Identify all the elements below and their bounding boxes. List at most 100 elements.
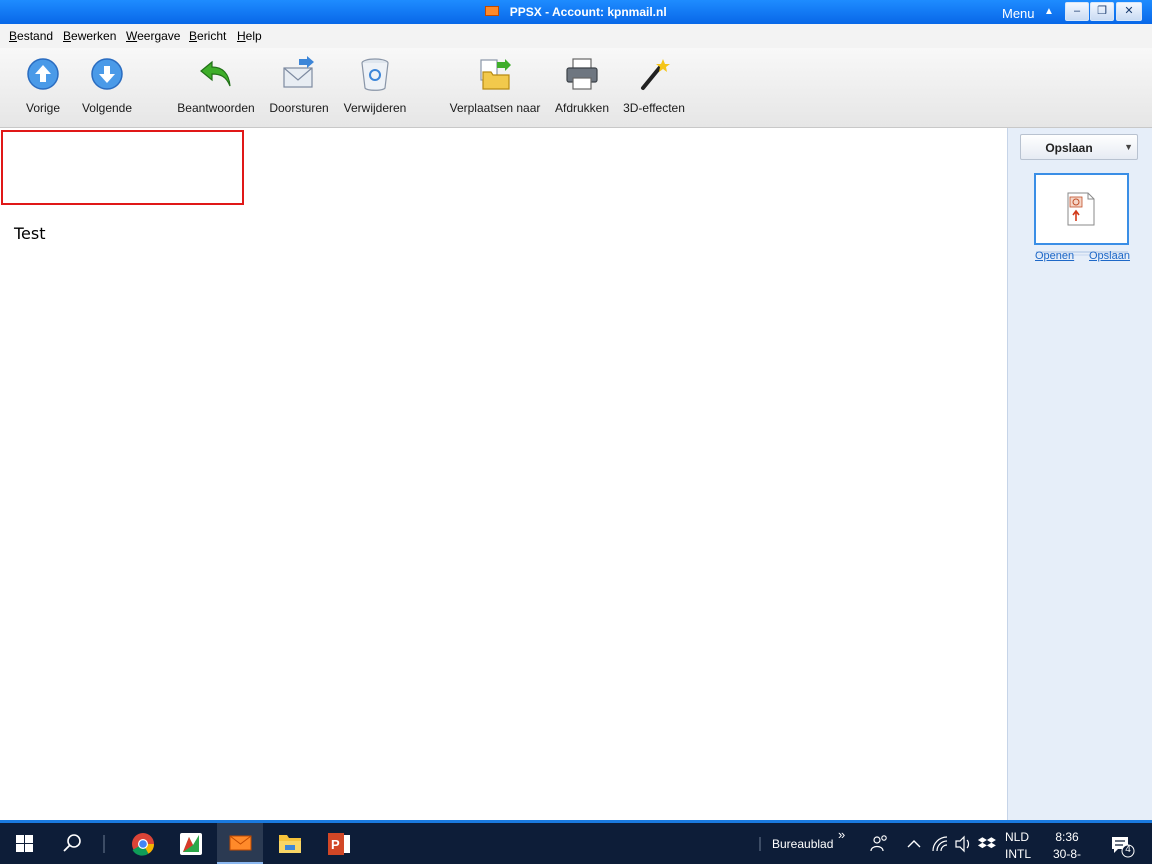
taskbar-app-chart[interactable]	[172, 823, 210, 864]
menu-accel: W	[126, 29, 138, 43]
menu-accel: B	[9, 29, 18, 43]
next-button[interactable]: Volgende	[80, 56, 134, 115]
delete-button[interactable]: Verwijderen	[342, 56, 408, 115]
delete-label: Verwijderen	[343, 101, 407, 115]
menu-bestand[interactable]: Bestand	[9, 29, 53, 43]
dropbox-icon	[977, 837, 996, 849]
chrome-icon	[132, 833, 155, 856]
print-button[interactable]: Afdrukken	[554, 56, 610, 115]
effects-button[interactable]: 3D-effecten	[622, 56, 686, 115]
trash-icon	[361, 58, 389, 91]
move-label: Verplaatsen naar	[449, 101, 541, 115]
search-button[interactable]	[60, 823, 84, 864]
menu-label: elp	[245, 29, 262, 43]
move-folder-icon	[480, 59, 511, 90]
arrow-down-icon	[91, 58, 123, 90]
title-bar: PPSX - Account: kpnmail.nl Menu ▲ – ❐ ✕	[0, 0, 1152, 24]
menu-weergave[interactable]: Weergave	[126, 29, 180, 43]
dropbox-button[interactable]	[977, 823, 997, 864]
clock[interactable]: 8:36 30-8-2018	[1040, 829, 1094, 864]
taskbar-mail-app[interactable]	[217, 823, 263, 864]
search-icon	[63, 834, 81, 852]
svg-text:P: P	[331, 837, 340, 852]
volume-button[interactable]	[953, 823, 973, 864]
menu-accel: B	[63, 29, 72, 43]
restore-button[interactable]: ❐	[1090, 2, 1114, 21]
message-text: Test	[14, 224, 46, 243]
thumbnail-divider	[1008, 244, 1152, 256]
arrow-up-icon	[27, 58, 59, 90]
close-icon: ✕	[1124, 5, 1134, 17]
menu-bericht[interactable]: Bericht	[189, 29, 226, 43]
message-body-area[interactable]: Test	[0, 128, 1007, 820]
divider-lines	[1036, 251, 1128, 256]
attachment-thumbnail[interactable]	[1034, 173, 1129, 245]
folder-icon	[279, 835, 301, 853]
magic-wand-icon	[641, 59, 670, 90]
network-button[interactable]	[930, 823, 950, 864]
minimize-icon: –	[1073, 5, 1081, 17]
next-label: Volgende	[81, 101, 133, 115]
save-dropdown[interactable]: Opslaan ▼	[1020, 134, 1138, 160]
ppsx-file-icon	[1067, 192, 1095, 226]
move-button[interactable]: Verplaatsen naar	[448, 56, 542, 115]
window-title: PPSX - Account: kpnmail.nl	[509, 5, 667, 19]
people-button[interactable]	[868, 823, 890, 864]
reply-button[interactable]: Beantwoorden	[176, 56, 256, 115]
language-code: NLD	[1005, 830, 1030, 844]
open-attachment-link[interactable]: Openen	[1035, 250, 1074, 262]
chevron-right-icon[interactable]: »	[838, 827, 845, 842]
separator-line	[103, 835, 105, 853]
header-highlight-box	[1, 130, 244, 205]
taskbar-explorer[interactable]	[271, 823, 309, 864]
taskbar-powerpoint[interactable]: P	[320, 823, 358, 864]
reply-label: Beantwoorden	[177, 101, 255, 115]
toolbar: Vorige Volgende Beantwoorden Doorsturen	[0, 48, 1152, 128]
clock-date: 30-8-2018	[1052, 847, 1081, 861]
action-center-button[interactable]: 4	[1108, 823, 1138, 864]
notification-icon	[1112, 837, 1135, 858]
menu-bar: Bestand Bewerken Weergave Bericht Help	[0, 24, 1152, 48]
taskbar-separator	[103, 823, 105, 864]
printer-icon	[566, 58, 598, 90]
clock-time: 8:36	[1055, 830, 1079, 844]
prev-button[interactable]: Vorige	[23, 56, 63, 115]
speaker-icon	[955, 835, 970, 853]
menu-accel: H	[237, 29, 246, 43]
separator-line	[759, 837, 761, 851]
mail-app-icon	[229, 835, 252, 851]
reply-icon	[200, 60, 231, 87]
taskbar-chrome[interactable]	[124, 823, 162, 864]
chevron-down-icon: ▼	[1124, 142, 1133, 152]
menu-label: ewerken	[71, 29, 117, 43]
language-indicator[interactable]: NLD INTL	[1005, 829, 1031, 863]
close-button[interactable]: ✕	[1116, 2, 1142, 21]
taskbar: P Bureaublad » NLD INTL 8:36 30-8- 4	[0, 820, 1152, 864]
desktop-toolbar-label[interactable]: Bureaublad	[772, 837, 833, 851]
menu-bewerken[interactable]: Bewerken	[63, 29, 116, 43]
minimize-button[interactable]: –	[1065, 2, 1089, 21]
notification-count: 4	[1125, 844, 1131, 855]
start-button[interactable]	[14, 823, 36, 864]
keyboard-layout: INTL	[1005, 847, 1032, 861]
chevron-up-icon	[907, 840, 921, 848]
people-icon	[870, 835, 887, 852]
attachment-pane: Opslaan ▼ Openen Opslaan	[1007, 128, 1152, 820]
hidden-icons-button[interactable]	[905, 823, 923, 864]
windows-icon	[16, 835, 33, 852]
app-chart-icon	[180, 833, 202, 855]
menu-label: ericht	[197, 29, 227, 43]
effects-label: 3D-effecten	[623, 101, 685, 115]
window-title-wrap: PPSX - Account: kpnmail.nl	[0, 0, 1152, 24]
mail-icon	[485, 6, 500, 16]
save-attachment-link[interactable]: Opslaan	[1089, 250, 1130, 262]
menu-help[interactable]: Help	[237, 29, 262, 43]
menu-arrow-icon[interactable]: ▲	[1044, 6, 1054, 17]
menu-label: estand	[17, 29, 54, 43]
wifi-icon	[932, 836, 948, 852]
print-label: Afdrukken	[554, 101, 610, 115]
menu-button[interactable]: Menu	[1002, 6, 1035, 21]
forward-mail-icon	[283, 56, 314, 88]
forward-button[interactable]: Doorsturen	[268, 56, 330, 115]
taskbar-separator-right	[759, 823, 761, 864]
